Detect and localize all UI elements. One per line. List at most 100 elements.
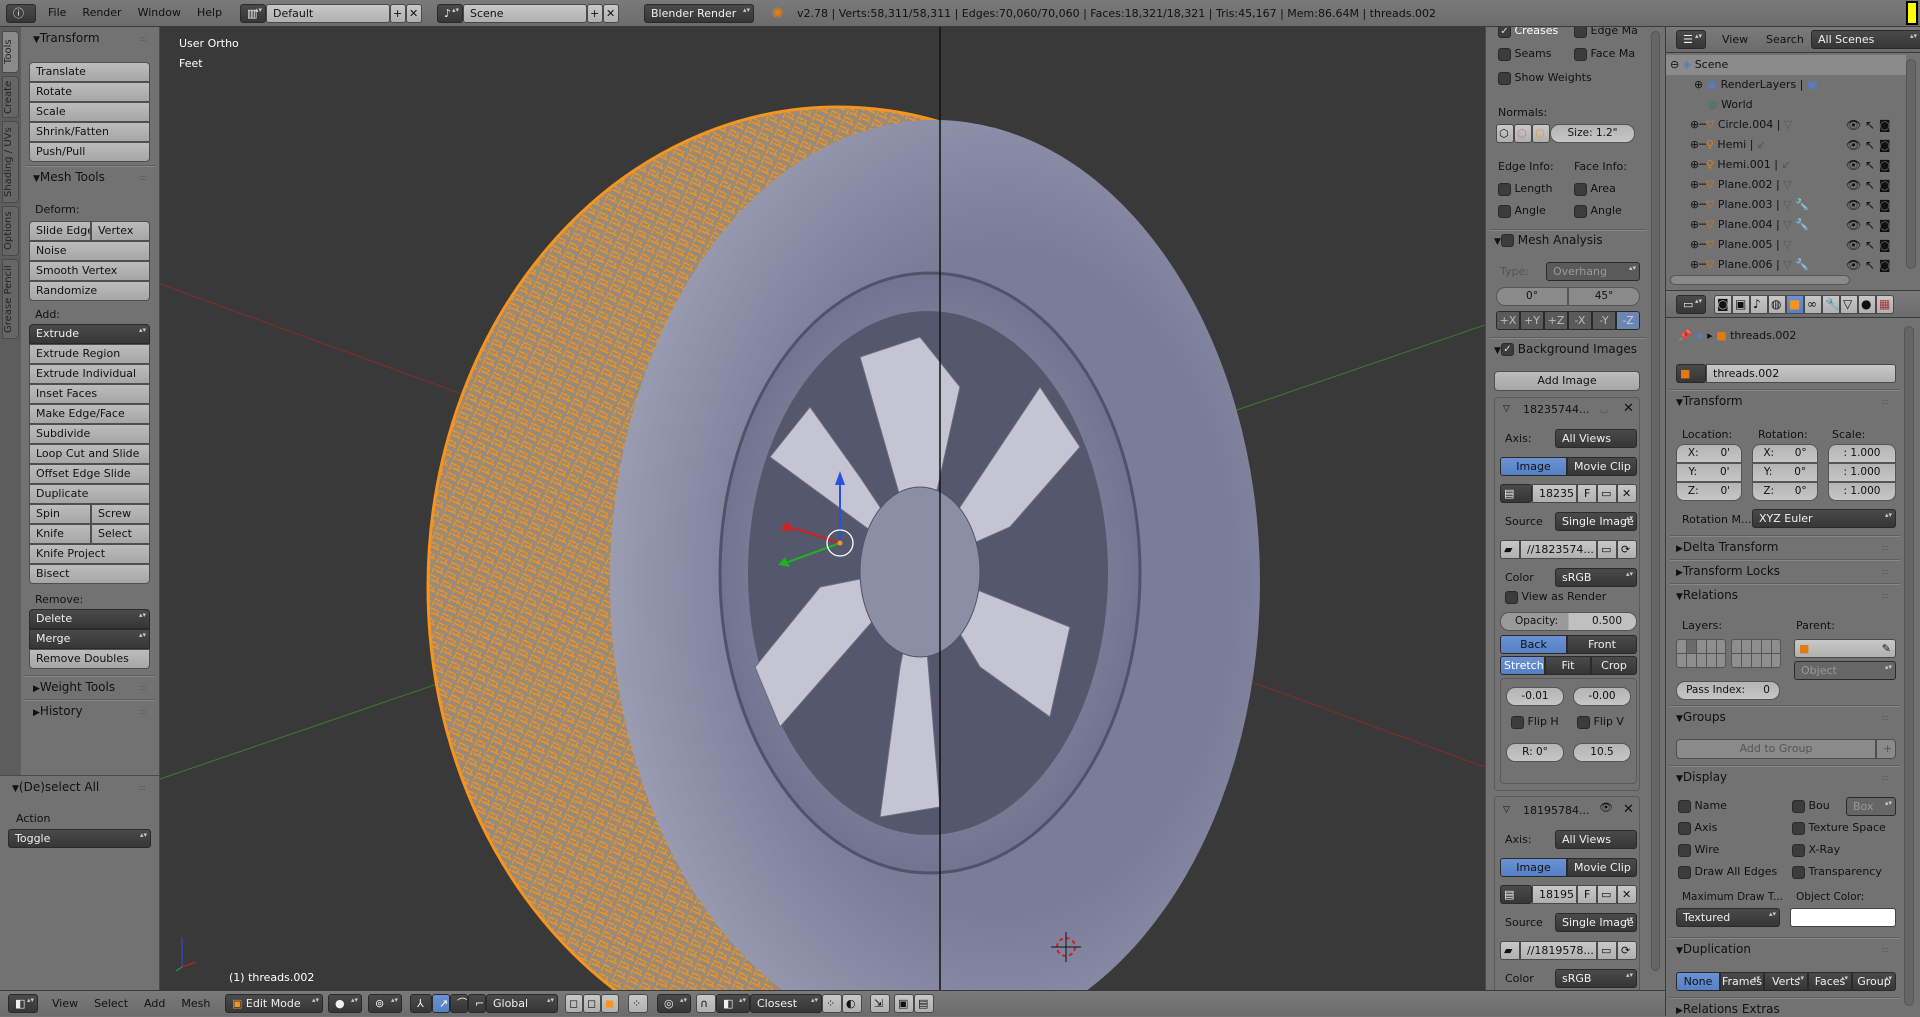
3d-viewport[interactable]: User Ortho Feet (1) threads.002 — [160, 27, 1485, 990]
loop-cut-button[interactable]: Loop Cut and Slide — [29, 444, 150, 464]
object-color-swatch[interactable] — [1790, 908, 1896, 927]
fit-toggle[interactable]: Fit — [1545, 656, 1591, 675]
menu-view[interactable]: View — [44, 991, 86, 1017]
groups-header[interactable]: Groups — [1676, 710, 1726, 724]
menu-window[interactable]: Window — [130, 0, 189, 26]
face-normals-toggle[interactable]: ⬡ — [1532, 124, 1550, 143]
menu-select[interactable]: Select — [86, 991, 136, 1017]
vertex-select-mode[interactable]: ◻ — [565, 994, 583, 1013]
image-path-field[interactable]: //1819578... — [1520, 941, 1597, 960]
axis-dropdown[interactable]: All Views — [1555, 830, 1637, 849]
rotation-mode-dropdown[interactable]: XYZ Euler — [1752, 509, 1896, 528]
parent-field[interactable]: ■ ✎ — [1794, 639, 1896, 658]
knife-project-button[interactable]: Knife Project — [29, 544, 150, 564]
object-name-field[interactable]: threads.002 — [1706, 364, 1896, 383]
flip-v-checkbox[interactable] — [1577, 715, 1590, 729]
collapse-icon[interactable]: ▽ — [1503, 805, 1510, 815]
rotation-z-field[interactable]: Z: 0° — [1752, 482, 1818, 501]
relations-extras-header[interactable]: Relations Extras — [1676, 1002, 1780, 1016]
color-space-dropdown[interactable]: sRGB — [1555, 969, 1637, 988]
axis-minus-y[interactable]: -Y — [1592, 311, 1616, 330]
pass-index-field[interactable]: Pass Index: 0 — [1676, 681, 1780, 700]
reload-image-button[interactable]: ⟳ — [1617, 941, 1637, 960]
drag-grip[interactable]: :::: — [139, 707, 147, 716]
orientation-dropdown[interactable]: Global — [486, 994, 558, 1013]
outliner-editor-type[interactable]: ☰ — [1676, 30, 1706, 49]
outliner-menu-view[interactable]: View — [1714, 27, 1756, 53]
draw-all-edges-checkbox[interactable] — [1678, 865, 1691, 879]
make-edge-face-button[interactable]: Make Edge/Face — [29, 404, 150, 424]
snap-target-dropdown[interactable]: Closest — [750, 994, 822, 1013]
image-id-field[interactable]: 18195 — [1532, 885, 1577, 904]
tab-tools[interactable]: Tools — [2, 31, 19, 73]
scene-icon[interactable]: ♪ — [437, 4, 463, 23]
translate-button[interactable]: Translate — [29, 62, 150, 82]
remove-doubles-button[interactable]: Remove Doubles — [29, 649, 150, 669]
source-dropdown[interactable]: Single Image — [1555, 913, 1637, 932]
mesh-analysis-checkbox[interactable] — [1500, 234, 1514, 247]
scale-y-field[interactable]: : 1.000 — [1828, 463, 1896, 482]
render-animation-button[interactable]: ▤ — [914, 994, 934, 1013]
rotation-y-field[interactable]: Y: 0° — [1752, 463, 1818, 482]
browse-path-button[interactable]: ▭ — [1597, 540, 1617, 559]
movie-clip-tab[interactable]: Movie Clip — [1567, 457, 1637, 476]
menu-mesh[interactable]: Mesh — [173, 991, 218, 1017]
data-tab[interactable]: ▽ — [1840, 295, 1858, 314]
layer-grid-1[interactable] — [1676, 639, 1726, 668]
menu-add[interactable]: Add — [136, 991, 173, 1017]
source-dropdown[interactable]: Single Image — [1555, 512, 1637, 531]
remove-layout-button[interactable]: ✕ — [406, 4, 422, 23]
image-browse-button[interactable]: ▤ — [1500, 484, 1532, 503]
front-toggle[interactable]: Front — [1567, 635, 1637, 654]
edge-length-checkbox[interactable] — [1498, 182, 1511, 196]
manipulator-toggle[interactable]: ⅄ — [410, 994, 432, 1013]
visibility-eye-icon[interactable]: 👁 — [1599, 801, 1613, 814]
location-y-field[interactable]: Y: 0' — [1676, 463, 1742, 482]
remove-image-icon[interactable]: ✕ — [1623, 401, 1634, 416]
render-image-button[interactable]: ▣ — [894, 994, 914, 1013]
outliner-menu-search[interactable]: Search — [1758, 27, 1812, 53]
transform-locks-header[interactable]: Transform Locks — [1676, 564, 1780, 578]
translate-manipulator[interactable]: ↗ — [432, 994, 450, 1013]
snap-align-toggle[interactable]: ⁘ — [822, 994, 842, 1013]
opacity-slider[interactable]: Opacity: 0.500 — [1500, 612, 1637, 631]
offset-edge-slide-button[interactable]: Offset Edge Slide — [29, 464, 150, 484]
eyedropper-icon[interactable]: ✎ — [1882, 640, 1891, 657]
operator-title[interactable]: (De)select All — [12, 780, 99, 794]
location-z-field[interactable]: Z: 0' — [1676, 482, 1742, 501]
properties-scrollbar[interactable] — [1904, 326, 1914, 1006]
image-id-field[interactable]: 18235 — [1532, 484, 1577, 503]
render-engine-dropdown[interactable]: Blender Render — [644, 4, 754, 23]
texture-tab[interactable]: ▦ — [1876, 295, 1894, 314]
transform-panel-header[interactable]: Transform — [1676, 394, 1743, 408]
creases-checkbox[interactable]: ✓ — [1498, 27, 1511, 38]
add-layout-button[interactable]: + — [390, 4, 406, 23]
display-header[interactable]: Display — [1676, 770, 1727, 784]
drag-grip[interactable]: :::: — [139, 173, 147, 182]
display-bounds-checkbox[interactable] — [1792, 799, 1805, 813]
edge-select-mode[interactable]: ◻ — [583, 994, 601, 1013]
proportional-edit-dropdown[interactable]: ◎ — [657, 994, 691, 1013]
add-to-group-button[interactable]: Add to Group — [1676, 739, 1876, 759]
outliner-vscrollbar[interactable] — [1906, 59, 1916, 269]
axis-plus-y[interactable]: +Y — [1520, 311, 1544, 330]
panel-transform-header[interactable]: Transform — [33, 31, 100, 45]
edge-angle-checkbox[interactable] — [1498, 204, 1511, 218]
view-as-render-checkbox[interactable] — [1505, 590, 1518, 604]
editor-type-button[interactable]: ◧ — [8, 994, 38, 1013]
push-pull-button[interactable]: Push/Pull — [29, 142, 150, 162]
scale-z-field[interactable]: : 1.000 — [1828, 482, 1896, 501]
background-images-checkbox[interactable]: ✓ — [1500, 343, 1514, 356]
editor-type-info-button[interactable]: ⓘ — [6, 4, 36, 23]
screw-button[interactable]: Screw — [91, 504, 150, 524]
axis-plus-z[interactable]: +Z — [1544, 311, 1568, 330]
object-tab[interactable]: ■ — [1786, 295, 1804, 314]
image-path-field[interactable]: //1823574... — [1520, 540, 1597, 559]
material-tab[interactable]: ● — [1858, 295, 1876, 314]
rotate-button[interactable]: Rotate — [29, 82, 150, 102]
edge-marks-checkbox[interactable] — [1574, 27, 1587, 38]
dup-group[interactable]: Group — [1852, 972, 1896, 991]
object-browse-button[interactable]: ■ — [1676, 364, 1706, 383]
pack-icon[interactable]: ▰ — [1500, 540, 1520, 559]
image-source-tab[interactable]: Image — [1500, 858, 1567, 877]
